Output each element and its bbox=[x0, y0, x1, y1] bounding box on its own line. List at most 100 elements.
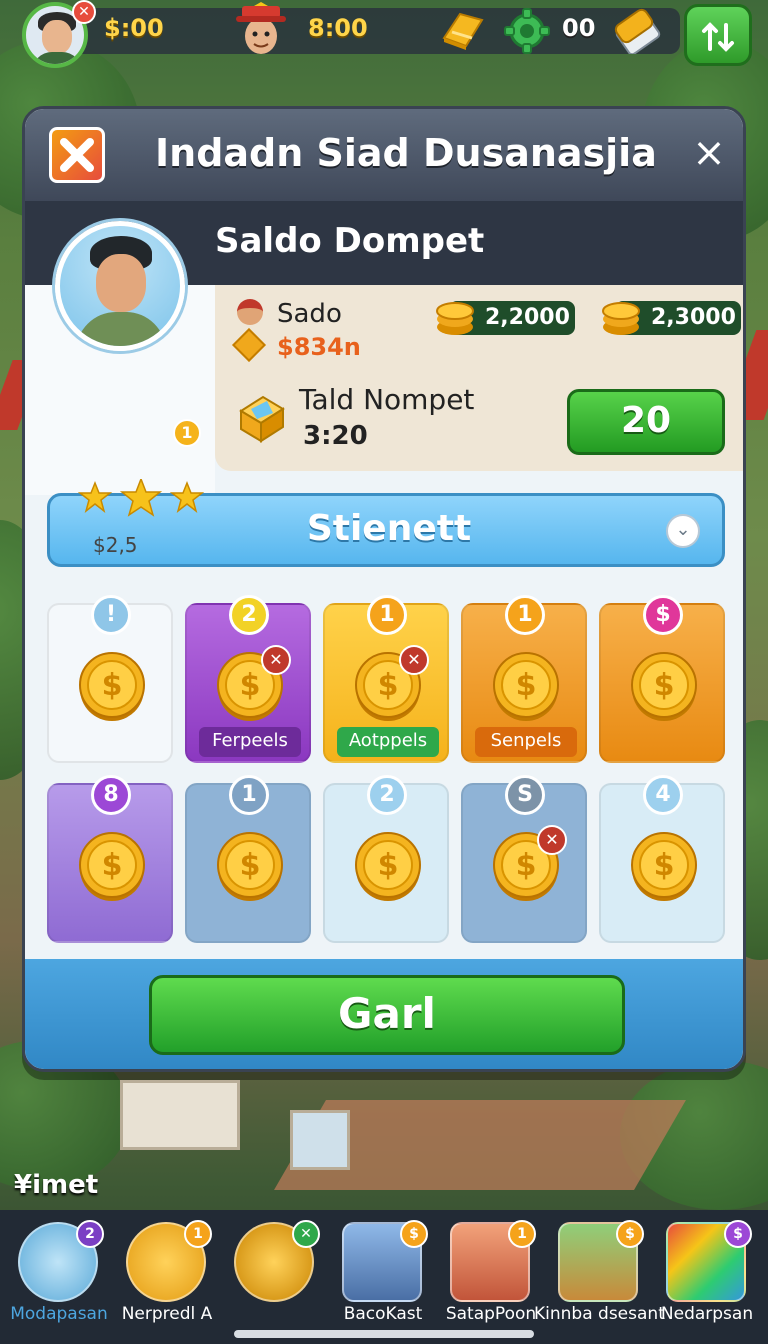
nav-item[interactable]: 1 Nerpredl A bbox=[112, 1216, 222, 1336]
nav-badge: $ bbox=[724, 1220, 752, 1248]
notification-x-badge[interactable]: ✕ bbox=[72, 0, 96, 24]
dollar-coin-icon: $ bbox=[631, 652, 697, 721]
crossed-swords-icon: ✕ bbox=[537, 825, 567, 855]
nav-item[interactable]: ✕ bbox=[220, 1216, 330, 1336]
svg-text:$: $ bbox=[102, 848, 123, 883]
chevron-down-icon[interactable]: ⌄ bbox=[666, 514, 700, 548]
nav-badge: ✕ bbox=[292, 1220, 320, 1248]
nav-item[interactable]: 1 SatapPoon bbox=[436, 1216, 546, 1336]
tile-badge: S bbox=[505, 775, 545, 815]
tile-badge: 2 bbox=[367, 775, 407, 815]
bottom-nav: 2 Modapasan 1 Nerpredl A ✕ $ BacoKast 1 SatapPoo… bbox=[0, 1210, 768, 1344]
svg-text:$: $ bbox=[102, 668, 123, 703]
tile-label: Aotppels bbox=[337, 727, 439, 757]
nav-badge: 2 bbox=[76, 1220, 104, 1248]
ticket-icon[interactable] bbox=[612, 6, 662, 54]
coin-balance-pill-1: 2,2000 bbox=[436, 301, 575, 335]
nav-badge: $ bbox=[616, 1220, 644, 1248]
dialog-footer: Garl bbox=[25, 959, 743, 1069]
dollar-coin-icon: $ bbox=[493, 652, 559, 721]
svg-text:$: $ bbox=[516, 668, 537, 703]
tile-badge: 1 bbox=[229, 775, 269, 815]
gold-bar-icon[interactable] bbox=[438, 8, 486, 52]
confirm-button[interactable]: Garl bbox=[149, 975, 625, 1055]
svg-text:$: $ bbox=[240, 848, 261, 883]
star-rating bbox=[77, 479, 205, 517]
coin-pack-tile[interactable]: 1 $ bbox=[185, 775, 311, 943]
coin-pack-tile[interactable]: 1 $ Senpels bbox=[461, 595, 587, 763]
nav-item-label: Nedarpsan bbox=[660, 1304, 754, 1324]
nav-item[interactable]: $ Kinnba dsesant bbox=[534, 1216, 665, 1336]
wallet-label: Sado bbox=[277, 299, 342, 329]
tile-badge: ! bbox=[91, 595, 131, 635]
bottom-section-label: ¥imet bbox=[14, 1170, 99, 1200]
star-icon bbox=[119, 479, 163, 517]
coin-balance-value-2: 2,3000 bbox=[651, 305, 736, 330]
level-badge: 1 bbox=[173, 419, 201, 447]
svg-text:$: $ bbox=[654, 668, 675, 703]
coin-pack-grid: ! $2 $ ✕ Ferpeels 1 $ ✕ Aotppels 1 $ Senpels $ $8 $1 $2… bbox=[47, 595, 727, 949]
coin-pack-tile[interactable]: ! $ bbox=[47, 595, 173, 763]
dollar-coin-icon: $ bbox=[217, 832, 283, 901]
tile-badge: $ bbox=[643, 595, 683, 635]
hud-gear-count: 00 bbox=[562, 14, 596, 42]
home-indicator[interactable] bbox=[234, 1330, 534, 1338]
nav-item[interactable]: 2 Modapasan bbox=[4, 1216, 114, 1336]
coin-pack-tile[interactable]: S $ ✕ bbox=[461, 775, 587, 943]
tile-badge: 1 bbox=[505, 595, 545, 635]
wallet-panel: Sado $834n 2,2000 2,3000 Tald Nompet 3:2… bbox=[215, 285, 743, 471]
crossed-swords-icon: ✕ bbox=[261, 645, 291, 675]
svg-text:$: $ bbox=[240, 668, 261, 703]
coin-pack-tile[interactable]: 8 $ bbox=[47, 775, 173, 943]
coin-pack-tile[interactable]: 2 $ ✕ Ferpeels bbox=[185, 595, 311, 763]
nav-item[interactable]: $ Nedarpsan bbox=[652, 1216, 762, 1336]
nav-badge: 1 bbox=[508, 1220, 536, 1248]
nav-item[interactable]: $ BacoKast bbox=[328, 1216, 438, 1336]
sort-icon bbox=[702, 22, 734, 52]
wallet-dialog: Indadn Siad Dusanasjia × Saldo Dompet 1 … bbox=[22, 106, 746, 1072]
tile-label: Senpels bbox=[475, 727, 577, 757]
sort-menu-button[interactable] bbox=[684, 4, 752, 66]
coin-stack-icon bbox=[602, 302, 640, 335]
hud-gems-value: 8:00 bbox=[308, 14, 368, 42]
dollar-coin-icon: $ bbox=[79, 832, 145, 901]
gear-icon[interactable] bbox=[504, 8, 550, 54]
user-mini-avatar-icon bbox=[237, 299, 263, 325]
gem-box-icon bbox=[239, 395, 285, 443]
coin-balance-pill-2: 2,3000 bbox=[602, 301, 741, 335]
coin-stack-icon bbox=[436, 302, 474, 335]
coin-pack-tile[interactable]: 2 $ bbox=[323, 775, 449, 943]
svg-text:$: $ bbox=[516, 848, 537, 883]
svg-text:$: $ bbox=[378, 848, 399, 883]
tile-badge: 1 bbox=[367, 595, 407, 635]
wallet-label-2: Tald Nompet bbox=[299, 383, 475, 416]
profile-avatar[interactable] bbox=[55, 221, 185, 351]
svg-text:$: $ bbox=[378, 668, 399, 703]
top-hud: ✕ $:00 8:00 00 bbox=[0, 0, 768, 68]
dollar-coin-icon: $ bbox=[355, 832, 421, 901]
coin-pack-tile[interactable]: $ $ bbox=[599, 595, 725, 763]
dialog-subtitle: Saldo Dompet bbox=[215, 221, 485, 261]
coin-pack-tile[interactable]: 1 $ ✕ Aotppels bbox=[323, 595, 449, 763]
wallet-time: 3:20 bbox=[303, 421, 368, 451]
dialog-title: Indadn Siad Dusanasjia bbox=[155, 131, 657, 175]
star-icon bbox=[77, 480, 113, 513]
nav-badge: 1 bbox=[184, 1220, 212, 1248]
nav-item-label: Nerpredl A bbox=[121, 1304, 213, 1324]
coin-balance-value-1: 2,2000 bbox=[485, 305, 570, 330]
nav-badge: $ bbox=[400, 1220, 428, 1248]
tile-badge: 8 bbox=[91, 775, 131, 815]
dialog-header: Indadn Siad Dusanasjia × bbox=[25, 109, 743, 201]
mascot-icon[interactable] bbox=[232, 2, 290, 62]
crossed-swords-icon: ✕ bbox=[399, 645, 429, 675]
close-icon[interactable]: × bbox=[689, 133, 729, 173]
star-icon bbox=[169, 480, 205, 513]
diamond-icon bbox=[232, 328, 266, 362]
coin-pack-tile[interactable]: 4 $ bbox=[599, 775, 725, 943]
game-logo-icon bbox=[49, 127, 105, 183]
wallet-action-button[interactable]: 20 bbox=[567, 389, 725, 455]
hud-coins-value: $:00 bbox=[104, 14, 164, 42]
profile-amount: $2,5 bbox=[93, 533, 138, 557]
dollar-coin-icon: $ bbox=[79, 652, 145, 721]
tile-badge: 4 bbox=[643, 775, 683, 815]
